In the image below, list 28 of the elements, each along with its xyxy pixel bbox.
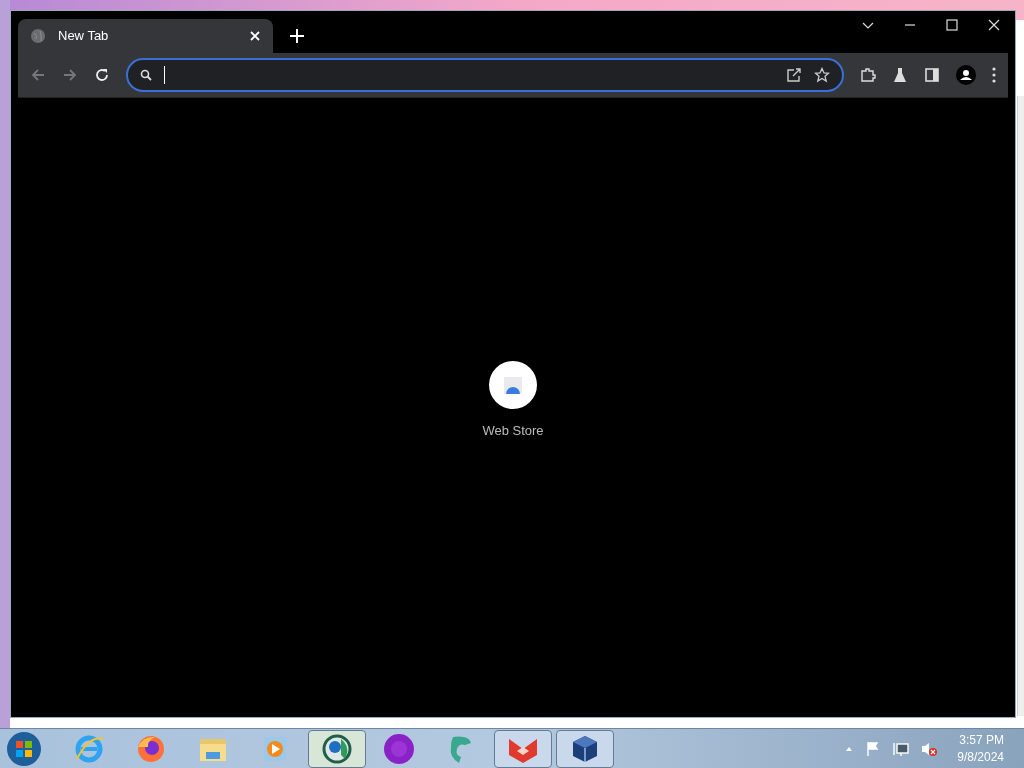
forward-arrow-icon[interactable] [62, 67, 78, 83]
start-orb-icon[interactable] [6, 730, 42, 767]
eye-globe-icon [321, 732, 353, 765]
back-arrow-icon[interactable] [30, 67, 46, 83]
taskbar-button[interactable] [308, 729, 366, 768]
shortcut-tile[interactable] [489, 361, 537, 409]
new-tab-icon[interactable] [289, 28, 305, 44]
tab-title: New Tab [58, 27, 110, 46]
star-icon[interactable] [814, 67, 830, 83]
profile-icon[interactable] [956, 65, 976, 85]
taskbar-button[interactable] [556, 729, 614, 768]
network-icon[interactable] [893, 740, 910, 757]
globe-icon [30, 28, 46, 44]
reload-icon[interactable] [94, 67, 110, 83]
address-bar[interactable] [126, 58, 844, 92]
flask-icon[interactable] [892, 67, 908, 83]
muted-speaker-icon[interactable] [921, 740, 938, 757]
puzzle-icon[interactable] [860, 67, 876, 83]
orb-icon [383, 732, 415, 765]
menu-icon[interactable] [992, 67, 996, 83]
browser-tab[interactable]: New Tab [18, 19, 273, 53]
maximize-icon[interactable] [946, 19, 958, 31]
share-icon[interactable] [786, 67, 802, 83]
close-icon[interactable] [988, 19, 1000, 31]
shortcut-label[interactable]: Web Store [482, 421, 544, 441]
side-panel-icon[interactable] [924, 67, 940, 83]
taskbar-button[interactable] [494, 729, 552, 768]
search-icon [140, 69, 152, 81]
